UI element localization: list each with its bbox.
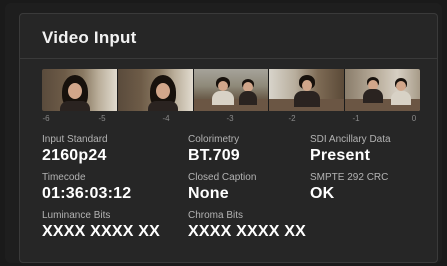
smpte-crc-field: SMPTE 292 CRC OK bbox=[310, 172, 388, 203]
timeline-ticks: -6 -5 -4 -3 -2 -1 0 bbox=[42, 114, 420, 126]
closed-caption-field: Closed Caption None bbox=[188, 172, 256, 203]
chroma-bits-field: Chroma Bits XXXX XXXX XX bbox=[188, 210, 306, 241]
video-input-panel: Video Input -6 -5 -4 -3 -2 -1 0 Input St… bbox=[19, 13, 438, 263]
input-standard-field: Input Standard 2160p24 bbox=[42, 134, 108, 165]
closed-caption-label: Closed Caption bbox=[188, 172, 257, 183]
video-frame bbox=[117, 69, 194, 111]
video-frame bbox=[269, 69, 346, 111]
luminance-bits-value: XXXX XXXX XX bbox=[42, 223, 161, 240]
timecode-field: Timecode 01:36:03:12 bbox=[42, 172, 131, 203]
video-thumbnail-strip bbox=[42, 69, 420, 111]
tick-label: -1 bbox=[352, 114, 360, 123]
tick-label: -4 bbox=[162, 114, 170, 123]
colorimetry-label: Colorimetry bbox=[188, 134, 240, 145]
smpte-crc-value: OK bbox=[310, 185, 335, 202]
video-frame bbox=[193, 69, 270, 111]
title-divider bbox=[20, 58, 437, 59]
colorimetry-field: Colorimetry BT.709 bbox=[188, 134, 240, 165]
colorimetry-value: BT.709 bbox=[188, 147, 240, 164]
chroma-bits-value: XXXX XXXX XX bbox=[188, 223, 307, 240]
video-frame bbox=[42, 69, 118, 111]
closed-caption-value: None bbox=[188, 185, 229, 202]
video-frame bbox=[345, 69, 420, 111]
tick-label: -5 bbox=[98, 114, 106, 123]
sdi-ancillary-value: Present bbox=[310, 147, 371, 164]
tick-label: 0 bbox=[411, 114, 417, 123]
tick-label: -2 bbox=[288, 114, 296, 123]
tick-label: -3 bbox=[226, 114, 234, 123]
smpte-crc-label: SMPTE 292 CRC bbox=[310, 172, 389, 183]
luminance-bits-field: Luminance Bits XXXX XXXX XX bbox=[42, 210, 160, 241]
timecode-value: 01:36:03:12 bbox=[42, 185, 132, 202]
input-standard-label: Input Standard bbox=[42, 134, 108, 145]
tick-label: -6 bbox=[42, 114, 50, 123]
window-background: Video Input -6 -5 -4 -3 -2 -1 0 Input St… bbox=[5, 3, 442, 263]
luminance-bits-label: Luminance Bits bbox=[42, 210, 111, 221]
chroma-bits-label: Chroma Bits bbox=[188, 210, 244, 221]
panel-title: Video Input bbox=[42, 28, 137, 47]
sdi-ancillary-label: SDI Ancillary Data bbox=[310, 134, 391, 145]
input-standard-value: 2160p24 bbox=[42, 147, 107, 164]
sdi-ancillary-field: SDI Ancillary Data Present bbox=[310, 134, 391, 165]
timecode-label: Timecode bbox=[42, 172, 86, 183]
